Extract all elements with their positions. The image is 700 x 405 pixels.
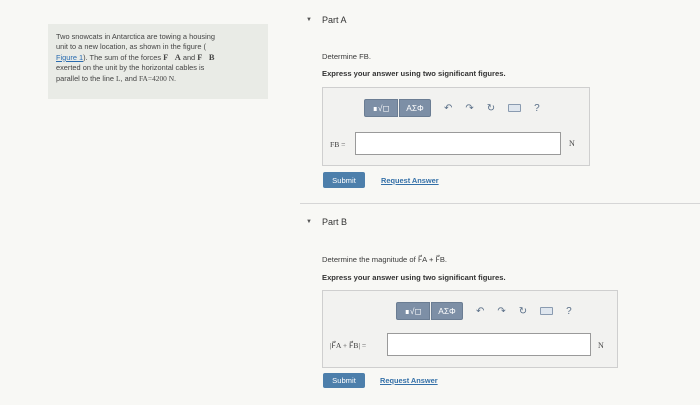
part-b-header[interactable]: ▼ Part B bbox=[306, 217, 347, 227]
force-b-vector: F⃗B bbox=[197, 52, 215, 62]
keyboard-icon[interactable] bbox=[508, 104, 522, 112]
undo-icon[interactable]: ↶ bbox=[476, 306, 484, 317]
problem-line: exerted on the unit by the horizontal ca… bbox=[56, 63, 205, 73]
collapse-triangle-icon[interactable]: ▼ bbox=[306, 219, 312, 225]
redo-icon[interactable]: ↷ bbox=[465, 103, 473, 114]
toolbar-button-group: ∎√◻ AΣΦ bbox=[364, 99, 431, 117]
help-button[interactable]: ? bbox=[534, 103, 540, 114]
part-a-unit: N bbox=[569, 139, 575, 148]
problem-line: Two snowcats in Antarctica are towing a … bbox=[56, 32, 215, 41]
part-b-instruction: Express your answer using two significan… bbox=[322, 273, 506, 282]
part-b-math-toolbar: ∎√◻ AΣΦ ↶ ↷ ↻ ? bbox=[396, 302, 572, 320]
force-a-value: =4200 N bbox=[147, 73, 175, 83]
part-a-title: Part A bbox=[321, 15, 347, 25]
problem-line: parallel to the line L, and FA=4200 N. bbox=[56, 74, 260, 84]
force-a-vector: F⃗A bbox=[163, 52, 181, 62]
part-b-request-answer-link[interactable]: Request Answer bbox=[380, 376, 438, 385]
part-b-title: Part B bbox=[321, 217, 347, 227]
undo-icon[interactable]: ↶ bbox=[444, 103, 452, 114]
help-button[interactable]: ? bbox=[566, 306, 572, 317]
toolbar-button-group: ∎√◻ AΣΦ bbox=[396, 302, 463, 320]
figure-link[interactable]: Figure 1 bbox=[56, 53, 83, 62]
part-b-prompt: Determine the magnitude of F⃗A + F⃗B. bbox=[322, 255, 448, 264]
problem-text: ). The sum of the forces bbox=[83, 52, 164, 62]
redo-icon[interactable]: ↷ bbox=[497, 306, 505, 317]
force-a-scalar: FA bbox=[139, 73, 148, 83]
part-a-instruction: Express your answer using two significan… bbox=[322, 69, 506, 78]
part-b-unit: N bbox=[598, 341, 604, 350]
problem-line: Figure 1). The sum of the forces F⃗A and… bbox=[56, 53, 260, 63]
part-b-answer-input[interactable] bbox=[387, 333, 591, 356]
part-a-answer-input[interactable] bbox=[355, 132, 561, 155]
problem-text: parallel to the line bbox=[56, 73, 116, 83]
part-divider bbox=[300, 203, 700, 204]
problem-text: and bbox=[180, 52, 198, 62]
part-a-header[interactable]: ▼ Part A bbox=[306, 15, 346, 25]
part-a-request-answer-link[interactable]: Request Answer bbox=[381, 176, 439, 185]
part-a-input-label: FB = bbox=[330, 140, 346, 149]
collapse-triangle-icon[interactable]: ▼ bbox=[306, 17, 312, 23]
problem-text: , and bbox=[120, 73, 139, 83]
greek-symbols-button[interactable]: AΣΦ bbox=[399, 99, 431, 117]
reset-icon[interactable]: ↻ bbox=[487, 103, 495, 114]
reset-icon[interactable]: ↻ bbox=[519, 306, 527, 317]
templates-button[interactable]: ∎√◻ bbox=[364, 99, 398, 117]
problem-line: unit to a new location, as shown in the … bbox=[56, 42, 206, 52]
part-a-prompt: Determine FB. bbox=[322, 52, 371, 61]
part-b-input-label: |F⃗A + F⃗B| = bbox=[330, 341, 367, 350]
part-b-submit-button[interactable]: Submit bbox=[323, 373, 365, 388]
templates-button[interactable]: ∎√◻ bbox=[396, 302, 430, 320]
part-a-math-toolbar: ∎√◻ AΣΦ ↶ ↷ ↻ ? bbox=[364, 99, 540, 117]
problem-text: . bbox=[174, 73, 177, 83]
greek-symbols-button[interactable]: AΣΦ bbox=[431, 302, 463, 320]
part-a-submit-button[interactable]: Submit bbox=[323, 172, 365, 188]
keyboard-icon[interactable] bbox=[540, 307, 554, 315]
problem-statement: Two snowcats in Antarctica are towing a … bbox=[48, 24, 268, 99]
